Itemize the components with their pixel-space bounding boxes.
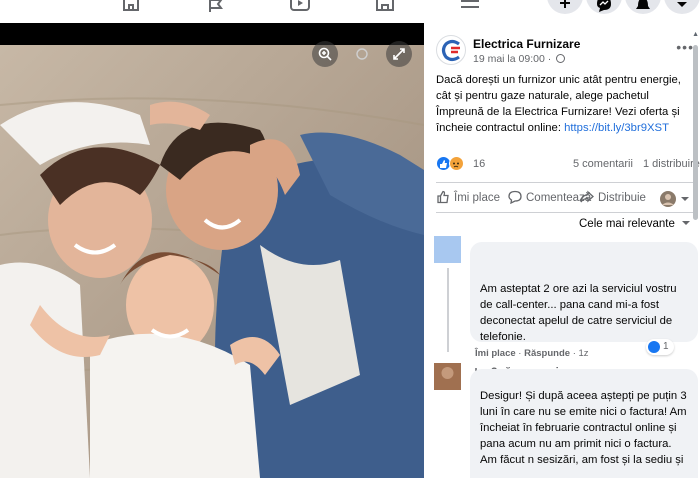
audience-selector[interactable] bbox=[659, 190, 691, 208]
comment-bubble: Am asteptat 2 ore azi la serviciul vostr… bbox=[470, 242, 698, 343]
menu-icon[interactable] bbox=[459, 0, 481, 14]
tag-icon[interactable] bbox=[349, 41, 375, 67]
comment-sort-dropdown[interactable]: Cele mai relevante bbox=[579, 218, 691, 230]
create-icon[interactable] bbox=[547, 0, 583, 14]
page-avatar[interactable] bbox=[436, 35, 466, 65]
chevron-down-icon bbox=[682, 221, 691, 225]
home-icon[interactable] bbox=[120, 0, 142, 14]
photo-viewer bbox=[0, 23, 424, 478]
thumbs-up-icon bbox=[437, 190, 449, 204]
comment-bubble: Desigur! Și după aceea aștepți pe puțin … bbox=[470, 369, 698, 478]
comment-actions: Îmi place · Răspunde · 1z bbox=[475, 348, 589, 359]
divider bbox=[436, 212, 694, 213]
page-name[interactable]: Electrica Furnizare bbox=[473, 37, 580, 51]
globe-icon bbox=[556, 54, 566, 63]
share-label: Distribuie bbox=[598, 192, 646, 204]
like-button[interactable]: Îmi place bbox=[436, 190, 500, 208]
divider bbox=[436, 182, 694, 183]
marketplace-icon[interactable] bbox=[374, 0, 396, 14]
account-menu-icon[interactable] bbox=[664, 0, 700, 14]
comments-count[interactable]: 5 comentarii bbox=[573, 158, 633, 170]
sort-label: Cele mai relevante bbox=[579, 218, 675, 230]
comment-button[interactable]: Comentează bbox=[508, 190, 591, 208]
scroll-up-arrow[interactable]: ▲ bbox=[692, 31, 699, 38]
post-photo[interactable] bbox=[0, 45, 424, 478]
angry-reaction-icon[interactable] bbox=[449, 156, 464, 171]
comment-text: Am asteptat 2 ore azi la serviciul vostr… bbox=[480, 283, 677, 343]
meta-separator: · bbox=[544, 53, 555, 65]
post-message: Dacă dorești un furnizor unic atât pentr… bbox=[436, 72, 694, 136]
post-timestamp: 19 mai la 09:00 · bbox=[473, 53, 566, 65]
comment-icon bbox=[508, 190, 522, 205]
commenter-avatar[interactable] bbox=[434, 363, 461, 390]
comment-reply-button[interactable]: Răspunde bbox=[524, 348, 570, 359]
comment-like-count: 1 bbox=[663, 341, 669, 352]
comment-reactions[interactable]: 1 bbox=[646, 339, 674, 355]
share-button[interactable]: Distribuie bbox=[580, 190, 646, 208]
shares-count[interactable]: 1 distribuire bbox=[643, 158, 700, 170]
notifications-icon[interactable] bbox=[625, 0, 661, 14]
messenger-icon[interactable] bbox=[586, 0, 622, 14]
post-link[interactable]: https://bit.ly/3br9XST bbox=[564, 122, 669, 134]
post-panel: Electrica Furnizare 19 mai la 09:00 · ••… bbox=[424, 23, 700, 478]
top-navigation bbox=[0, 0, 700, 23]
commenter-avatar[interactable] bbox=[434, 236, 461, 263]
share-icon bbox=[580, 190, 594, 203]
more-options-icon[interactable]: ••• bbox=[676, 39, 694, 55]
zoom-in-icon[interactable] bbox=[312, 41, 338, 67]
reactions-count[interactable]: 16 bbox=[473, 158, 485, 170]
watch-icon[interactable] bbox=[289, 0, 311, 14]
flag-icon[interactable] bbox=[205, 0, 227, 14]
fullscreen-icon[interactable] bbox=[386, 41, 412, 67]
scrollbar-thumb[interactable] bbox=[693, 45, 698, 220]
like-reaction-icon bbox=[648, 341, 660, 353]
comment-time[interactable]: 1z bbox=[579, 348, 589, 359]
reactions-summary: 16 5 comentarii 1 distribuire bbox=[436, 156, 700, 172]
comment-like-button[interactable]: Îmi place bbox=[475, 348, 516, 359]
timestamp-text[interactable]: 19 mai la 09:00 bbox=[473, 53, 545, 65]
like-label: Îmi place bbox=[454, 192, 501, 204]
comment-text: Desigur! Și după aceea aștepți pe puțin … bbox=[480, 390, 687, 466]
thread-line bbox=[447, 268, 449, 352]
